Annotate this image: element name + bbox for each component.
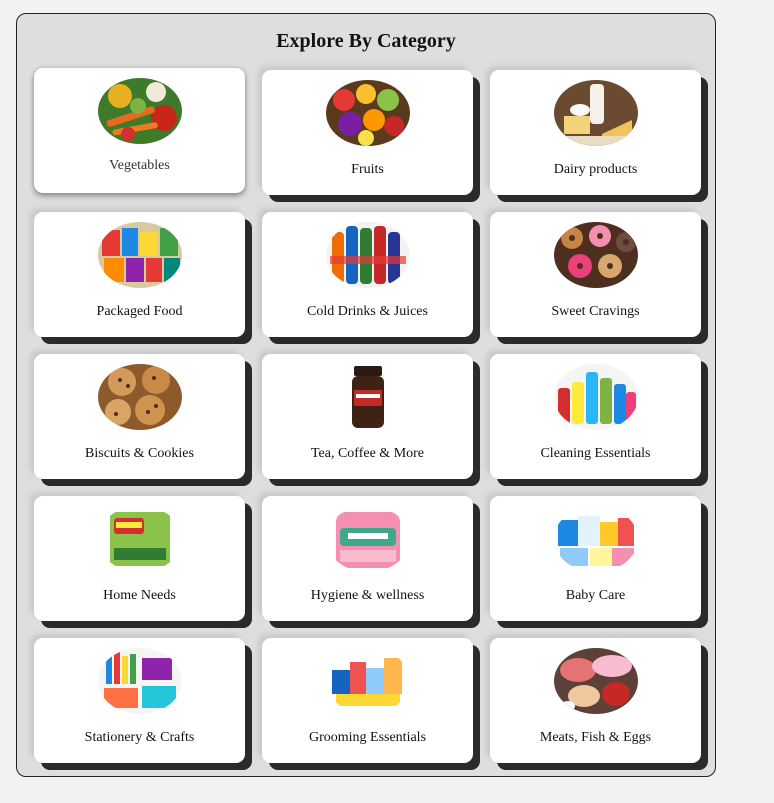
grooming-image (326, 648, 410, 714)
category-card-baby-care[interactable]: Baby Care (490, 496, 701, 621)
category-label: Tea, Coffee & More (310, 446, 425, 461)
category-panel: Explore By Category Vegetables Fruits Da… (16, 13, 716, 777)
category-card-grooming[interactable]: Grooming Essentials (262, 638, 473, 763)
coffee-jar-image (326, 364, 410, 430)
category-label: Fruits (351, 162, 384, 177)
category-label: Dairy products (553, 162, 638, 177)
category-card-dairy[interactable]: Dairy products (490, 70, 701, 195)
category-label: Cold Drinks & Juices (307, 304, 428, 319)
category-card-cold-drinks[interactable]: Cold Drinks & Juices (262, 212, 473, 337)
dairy-image (554, 80, 638, 146)
packaged-food-image (98, 222, 182, 288)
category-label: Biscuits & Cookies (85, 446, 194, 461)
section-title: Explore By Category (276, 30, 456, 52)
category-label: Packaged Food (96, 304, 183, 319)
scrub-pad-image (98, 506, 182, 572)
fruits-image (326, 80, 410, 146)
donuts-image (554, 222, 638, 288)
category-label: Vegetables (109, 158, 170, 173)
category-label: Baby Care (565, 588, 626, 603)
category-card-meats[interactable]: Meats, Fish & Eggs (490, 638, 701, 763)
category-label: Home Needs (103, 588, 176, 603)
category-grid: Vegetables Fruits Dairy products Package… (34, 68, 701, 763)
vegetables-image (98, 78, 182, 144)
category-card-tea-coffee[interactable]: Tea, Coffee & More (262, 354, 473, 479)
stationery-image (98, 648, 182, 714)
category-card-home-needs[interactable]: Home Needs (34, 496, 245, 621)
category-label: Cleaning Essentials (540, 446, 651, 461)
baby-care-image (554, 506, 638, 572)
cold-drinks-image (326, 222, 410, 288)
cookies-image (98, 364, 182, 430)
category-card-fruits[interactable]: Fruits (262, 70, 473, 195)
category-card-packaged-food[interactable]: Packaged Food (34, 212, 245, 337)
category-label: Sweet Cravings (551, 304, 640, 319)
category-card-sweet-cravings[interactable]: Sweet Cravings (490, 212, 701, 337)
category-label: Grooming Essentials (308, 730, 427, 745)
category-label: Stationery & Crafts (84, 730, 195, 745)
category-card-cleaning[interactable]: Cleaning Essentials (490, 354, 701, 479)
category-label: Hygiene & wellness (310, 588, 425, 603)
category-card-vegetables[interactable]: Vegetables (34, 68, 245, 193)
category-card-hygiene[interactable]: Hygiene & wellness (262, 496, 473, 621)
meat-fish-image (554, 648, 638, 714)
cleaning-products-image (554, 364, 638, 430)
category-label: Meats, Fish & Eggs (539, 730, 652, 745)
hygiene-pack-image (326, 506, 410, 572)
category-card-biscuits[interactable]: Biscuits & Cookies (34, 354, 245, 479)
category-card-stationery[interactable]: Stationery & Crafts (34, 638, 245, 763)
